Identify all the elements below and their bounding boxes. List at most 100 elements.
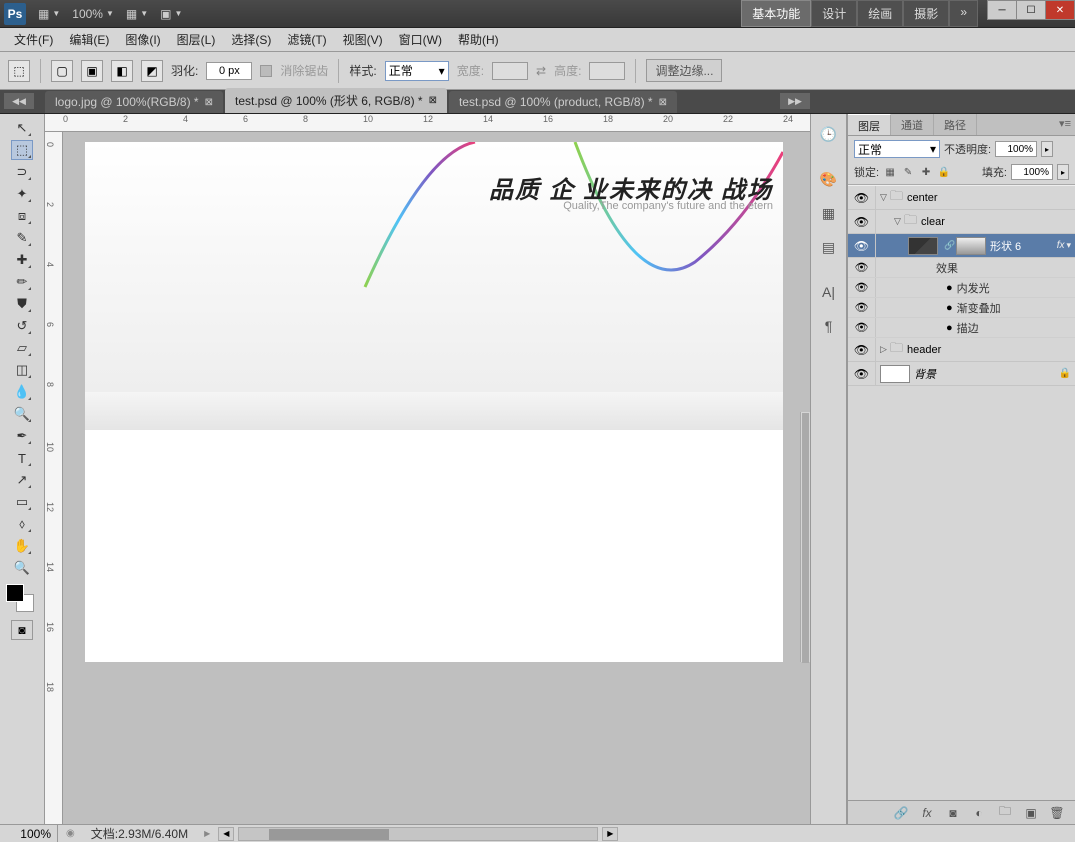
type-tool[interactable]: T [11, 448, 33, 468]
tab-channels[interactable]: 通道 [891, 114, 934, 135]
history-brush-tool[interactable]: ↺ [11, 316, 33, 336]
crop-tool[interactable]: ⧈ [11, 206, 33, 226]
workspace-paint-tab[interactable]: 绘画 [857, 0, 903, 27]
visibility-toggle[interactable]: 👁 [848, 234, 876, 257]
layer-mask-icon[interactable]: ◙ [945, 805, 961, 821]
layer-thumbnail[interactable] [908, 237, 938, 255]
view-options-dropdown[interactable]: ▦▼ [120, 5, 154, 23]
doctabs-expand-right[interactable]: ▶▶ [780, 93, 810, 109]
canvas[interactable]: 品质 企 业未来的决 战场 Quality,The company's futu… [63, 132, 810, 824]
doc-arrangement-dropdown[interactable]: ▦▼ [32, 5, 66, 23]
layer-group-center[interactable]: 👁 ▽ 🗀 center [848, 186, 1075, 210]
layer-shape-6[interactable]: 👁 🔗 形状 6 fx ▾ [848, 234, 1075, 258]
close-button[interactable]: ✕ [1045, 0, 1075, 20]
dodge-tool[interactable]: 🔍 [11, 404, 33, 424]
zoom-tool[interactable]: 🔍 [11, 558, 33, 578]
visibility-toggle[interactable]: 👁 [848, 186, 876, 209]
lock-pixels-icon[interactable]: ✎ [901, 165, 915, 179]
document-info[interactable]: 文档:2.93M/6.40M [83, 825, 196, 842]
history-panel-icon[interactable]: 🕒 [816, 121, 842, 147]
opacity-input[interactable]: 100% [995, 141, 1037, 157]
vector-mask-link-icon[interactable]: 🔗 [944, 240, 954, 251]
doctabs-expand-left[interactable]: ◀◀ [4, 93, 34, 109]
eyedropper-tool[interactable]: ✎ [11, 228, 33, 248]
effect-stroke[interactable]: 👁●描边 [848, 318, 1075, 338]
layer-thumbnail[interactable] [880, 365, 910, 383]
stamp-tool[interactable]: ⛊ [11, 294, 33, 314]
screen-mode-dropdown[interactable]: ▣▼ [154, 5, 188, 23]
close-icon[interactable]: ⊠ [429, 95, 437, 106]
vertical-ruler[interactable]: 0 2 4 6 8 10 12 14 16 18 [45, 132, 63, 824]
delete-layer-icon[interactable]: 🗑 [1049, 805, 1065, 821]
fill-slider-arrow[interactable]: ▸ [1057, 164, 1069, 180]
marquee-tool[interactable]: ⬚ [11, 140, 33, 160]
menu-file[interactable]: 文件(F) [6, 28, 61, 51]
visibility-toggle[interactable]: 👁 [848, 318, 876, 337]
workspace-design-tab[interactable]: 设计 [811, 0, 857, 27]
menu-view[interactable]: 视图(V) [335, 28, 391, 51]
zoom-level-input[interactable]: 100% [0, 825, 58, 842]
expand-icon[interactable]: ▷ [880, 344, 890, 355]
horizontal-scrollbar[interactable] [238, 827, 598, 841]
magic-wand-tool[interactable]: ✦ [11, 184, 33, 204]
move-tool[interactable]: ↖ [11, 118, 33, 138]
shape-tool[interactable]: ▭ [11, 492, 33, 512]
antialias-checkbox[interactable] [260, 65, 272, 77]
selection-intersect-icon[interactable]: ◩ [141, 60, 163, 82]
visibility-toggle[interactable]: 👁 [848, 338, 876, 361]
styles-panel-icon[interactable]: ▤ [816, 234, 842, 260]
close-icon[interactable]: ⊠ [205, 97, 213, 108]
lock-all-icon[interactable]: 🔒 [937, 165, 951, 179]
swap-wh-icon[interactable]: ⇄ [536, 64, 546, 78]
maximize-button[interactable]: ☐ [1016, 0, 1046, 20]
visibility-toggle[interactable]: 👁 [848, 278, 876, 297]
swatches-panel-icon[interactable]: ▦ [816, 200, 842, 226]
doctab-2[interactable]: test.psd @ 100% (product, RGB/8) *⊠ [449, 91, 677, 113]
layer-group-clear[interactable]: 👁 ▽ 🗀 clear [848, 210, 1075, 234]
lock-position-icon[interactable]: ✚ [919, 165, 933, 179]
visibility-toggle[interactable]: 👁 [848, 210, 876, 233]
selection-new-icon[interactable]: ▢ [51, 60, 73, 82]
visibility-toggle[interactable]: 👁 [848, 362, 876, 385]
chevron-down-icon[interactable]: ▾ [1066, 240, 1071, 251]
menu-filter[interactable]: 滤镜(T) [279, 28, 334, 51]
3d-tool[interactable]: ⬨ [11, 514, 33, 534]
visibility-toggle[interactable]: 👁 [848, 258, 876, 277]
expand-icon[interactable]: ▽ [880, 192, 890, 203]
blur-tool[interactable]: 💧 [11, 382, 33, 402]
doctab-1[interactable]: test.psd @ 100% (形状 6, RGB/8) *⊠ [225, 88, 447, 113]
canvas-vertical-scrollbar[interactable] [800, 412, 810, 662]
hscroll-right-button[interactable]: ▶ [602, 827, 618, 841]
hscroll-left-button[interactable]: ◀ [218, 827, 234, 841]
selection-add-icon[interactable]: ▣ [81, 60, 103, 82]
feather-input[interactable] [206, 62, 252, 80]
menu-select[interactable]: 选择(S) [223, 28, 279, 51]
link-layers-icon[interactable]: 🔗 [893, 805, 909, 821]
layer-style-icon[interactable]: fx [919, 805, 935, 821]
layer-effects-label[interactable]: fx [1057, 240, 1065, 251]
paragraph-panel-icon[interactable]: ¶ [816, 313, 842, 339]
lasso-tool[interactable]: ⊃ [11, 162, 33, 182]
tab-paths[interactable]: 路径 [934, 114, 977, 135]
hand-tool[interactable]: ✋ [11, 536, 33, 556]
quick-mask-toggle[interactable]: ◙ [11, 620, 33, 640]
menu-layer[interactable]: 图层(L) [169, 28, 224, 51]
workspace-more-button[interactable]: » [949, 0, 978, 27]
menu-help[interactable]: 帮助(H) [450, 28, 507, 51]
brush-tool[interactable]: ✏ [11, 272, 33, 292]
effect-inner-glow[interactable]: 👁●内发光 [848, 278, 1075, 298]
menu-edit[interactable]: 编辑(E) [61, 28, 117, 51]
doctab-0[interactable]: logo.jpg @ 100%(RGB/8) *⊠ [45, 91, 223, 113]
minimize-button[interactable]: ─ [987, 0, 1017, 20]
visibility-toggle[interactable]: 👁 [848, 298, 876, 317]
close-icon[interactable]: ⊠ [659, 97, 667, 108]
color-panel-icon[interactable]: 🎨 [816, 166, 842, 192]
style-select[interactable]: 正常▾ [385, 61, 449, 81]
selection-subtract-icon[interactable]: ◧ [111, 60, 133, 82]
tab-layers[interactable]: 图层 [848, 114, 891, 135]
current-tool-icon[interactable]: ⬚ [8, 60, 30, 82]
layer-effects-header[interactable]: 👁效果 [848, 258, 1075, 278]
workspace-essentials-tab[interactable]: 基本功能 [741, 0, 811, 27]
foreground-color-swatch[interactable] [6, 584, 24, 602]
vector-mask-thumbnail[interactable] [956, 237, 986, 255]
